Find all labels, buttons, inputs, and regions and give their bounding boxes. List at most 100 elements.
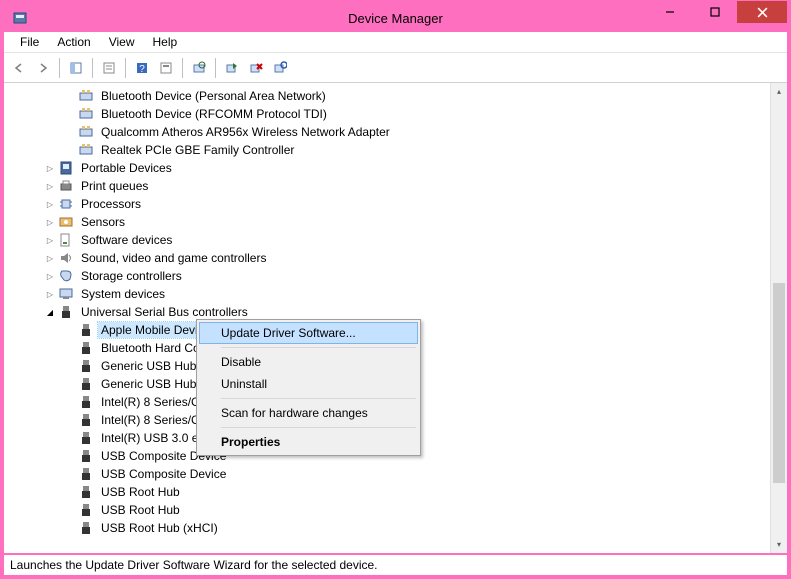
properties-button[interactable]	[98, 57, 120, 79]
tree-row[interactable]: Bluetooth Device (RFCOMM Protocol TDI)	[12, 105, 770, 123]
tree-row[interactable]: USB Root Hub (xHCI)	[12, 519, 770, 537]
net-icon	[78, 124, 94, 140]
printer-icon	[58, 178, 74, 194]
uninstall-button[interactable]	[245, 57, 267, 79]
no-expand	[64, 468, 76, 480]
no-expand	[64, 396, 76, 408]
tree-row[interactable]: ▷Portable Devices	[12, 159, 770, 177]
expand-icon[interactable]: ▷	[44, 270, 56, 282]
expand-icon[interactable]: ▷	[44, 216, 56, 228]
collapse-icon[interactable]: ◢	[44, 306, 56, 318]
app-icon	[10, 8, 30, 28]
tree-row-label: Qualcomm Atheros AR956x Wireless Network…	[98, 124, 393, 140]
tree-row[interactable]: ▷ System devices	[12, 285, 770, 303]
tree-row-label: USB Root Hub	[98, 502, 183, 518]
tree-row-label: Bluetooth Device (Personal Area Network)	[98, 88, 329, 104]
tree-row-label: USB Composite Device	[98, 466, 229, 482]
expand-icon[interactable]: ▷	[44, 162, 56, 174]
usb-dev-icon	[78, 502, 94, 518]
menu-file[interactable]: File	[12, 33, 47, 51]
expand-icon[interactable]: ▷	[44, 252, 56, 264]
tree-row[interactable]: Realtek PCIe GBE Family Controller	[12, 141, 770, 159]
context-menu[interactable]: Update Driver Software... DisableUninstal…	[196, 319, 421, 456]
tree-row[interactable]: Bluetooth Device (Personal Area Network)	[12, 87, 770, 105]
software-icon	[58, 232, 74, 248]
tree-row[interactable]: ▷Sensors	[12, 213, 770, 231]
minimize-button[interactable]	[647, 1, 692, 23]
maximize-button[interactable]	[692, 1, 737, 23]
usb-dev-icon	[78, 466, 94, 482]
no-expand	[64, 90, 76, 102]
tree-row-label: Realtek PCIe GBE Family Controller	[98, 142, 297, 158]
menubar: File Action View Help	[4, 32, 787, 53]
update-driver-button[interactable]	[221, 57, 243, 79]
device-tree[interactable]: Bluetooth Device (Personal Area Network)…	[4, 83, 770, 553]
tree-row-label: System devices	[78, 286, 168, 302]
tree-row[interactable]: ▷Storage controllers	[12, 267, 770, 285]
toolbar-separator	[215, 58, 216, 78]
usb-dev-icon	[78, 376, 94, 392]
scroll-down-icon[interactable]: ▾	[771, 536, 787, 553]
context-menu-item[interactable]: Update Driver Software...	[199, 322, 418, 344]
expand-icon[interactable]: ▷	[44, 234, 56, 246]
no-expand	[64, 504, 76, 516]
help-button[interactable]: ?	[131, 57, 153, 79]
scroll-up-icon[interactable]: ▴	[771, 83, 787, 100]
back-button[interactable]	[8, 57, 30, 79]
forward-button[interactable]	[32, 57, 54, 79]
menu-action[interactable]: Action	[49, 33, 98, 51]
tree-row[interactable]: USB Composite Device	[12, 465, 770, 483]
no-expand	[64, 360, 76, 372]
usb-dev-icon	[78, 484, 94, 500]
scan-hardware-button[interactable]	[188, 57, 210, 79]
expand-icon[interactable]: ▷	[44, 288, 56, 300]
action-button[interactable]	[155, 57, 177, 79]
tree-row[interactable]: USB Root Hub	[12, 483, 770, 501]
tree-row[interactable]: ▷ Print queues	[12, 177, 770, 195]
toolbar: ?	[4, 53, 787, 83]
no-expand	[64, 486, 76, 498]
close-button[interactable]	[737, 1, 787, 23]
scrollbar[interactable]: ▴ ▾	[770, 83, 787, 553]
toolbar-separator	[182, 58, 183, 78]
toolbar-separator	[92, 58, 93, 78]
show-hide-tree-button[interactable]	[65, 57, 87, 79]
expand-icon[interactable]: ▷	[44, 198, 56, 210]
portable-icon	[58, 160, 74, 176]
tree-row-label: Intel(R) 8 Series/C2	[98, 394, 209, 410]
context-menu-item[interactable]: Uninstall	[199, 373, 418, 395]
tree-row[interactable]: ▷Sound, video and game controllers	[12, 249, 770, 267]
context-menu-item[interactable]: Properties	[199, 431, 418, 453]
menu-separator	[221, 398, 416, 399]
tree-row-label: Software devices	[78, 232, 175, 248]
usb-dev-icon	[78, 520, 94, 536]
tree-row[interactable]: ▷Processors	[12, 195, 770, 213]
scroll-thumb[interactable]	[773, 283, 785, 483]
disable-button[interactable]	[269, 57, 291, 79]
tree-row-label: USB Root Hub (xHCI)	[98, 520, 221, 536]
tree-row-label: Print queues	[78, 178, 151, 194]
usb-dev-icon	[78, 448, 94, 464]
net-icon	[78, 106, 94, 122]
tree-row-label: Universal Serial Bus controllers	[78, 304, 251, 320]
toolbar-separator	[125, 58, 126, 78]
no-expand	[64, 126, 76, 138]
no-expand	[64, 144, 76, 156]
menu-help[interactable]: Help	[145, 33, 186, 51]
sound-icon	[58, 250, 74, 266]
no-expand	[64, 432, 76, 444]
tree-row[interactable]: Qualcomm Atheros AR956x Wireless Network…	[12, 123, 770, 141]
expand-icon[interactable]: ▷	[44, 180, 56, 192]
window-frame: Device Manager File Action View Help ?	[3, 3, 788, 576]
context-menu-item[interactable]: Scan for hardware changes	[199, 402, 418, 424]
no-expand	[64, 522, 76, 534]
menu-view[interactable]: View	[101, 33, 143, 51]
no-expand	[64, 450, 76, 462]
tree-row[interactable]: ▷ Software devices	[12, 231, 770, 249]
titlebar[interactable]: Device Manager	[4, 4, 787, 32]
no-expand	[64, 378, 76, 390]
no-expand	[64, 342, 76, 354]
tree-row[interactable]: USB Root Hub	[12, 501, 770, 519]
context-menu-item[interactable]: Disable	[199, 351, 418, 373]
tree-row-label: Generic USB Hub	[98, 376, 199, 392]
